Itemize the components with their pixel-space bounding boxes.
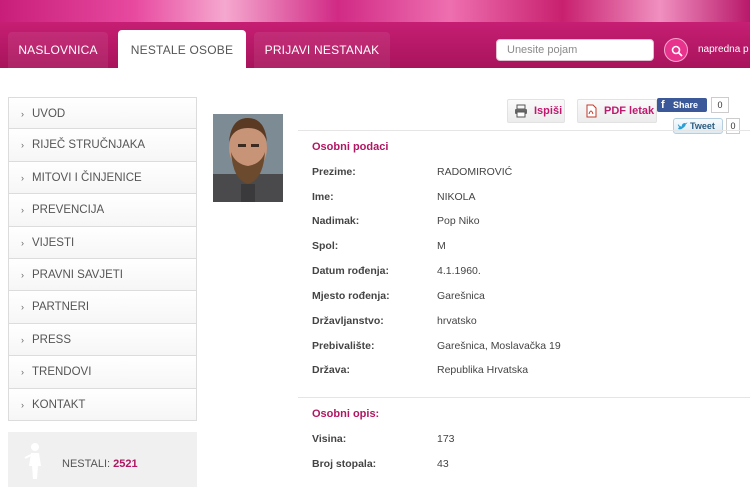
- sidebar-item-label: PRESS: [32, 333, 71, 346]
- sidebar-item-prevencija[interactable]: › PREVENCIJA: [8, 194, 197, 227]
- value-country: Republika Hrvatska: [437, 364, 529, 376]
- sidebar-item-kontakt[interactable]: › KONTAKT: [8, 388, 197, 421]
- chevron-right-icon: ›: [21, 302, 24, 313]
- value-surname: RADOMIROVIĆ: [437, 166, 513, 178]
- chevron-right-icon: ›: [21, 237, 24, 248]
- chevron-right-icon: ›: [21, 172, 24, 183]
- sidebar-item-label: PRAVNI SAVJETI: [32, 268, 123, 281]
- label-shoe-size: Broj stopala:: [312, 458, 377, 470]
- sidebar-item-label: MITOVI I ČINJENICE: [32, 171, 142, 184]
- tab-naslovnica[interactable]: NASLOVNICA: [8, 32, 108, 68]
- value-first-name: NIKOLA: [437, 191, 476, 203]
- tab-nestale-osobe[interactable]: NESTALE OSOBE: [118, 30, 246, 68]
- label-sex: Spol:: [312, 240, 339, 252]
- sidebar-item-pravni-savjeti[interactable]: › PRAVNI SAVJETI: [8, 258, 197, 292]
- sidebar-item-label: PARTNERI: [32, 301, 90, 314]
- label-height: Visina:: [312, 433, 347, 445]
- label-birth-date: Datum rođenja:: [312, 265, 390, 277]
- print-button[interactable]: Ispiši: [507, 99, 565, 123]
- sidebar-item-label: VIJESTI: [32, 236, 75, 249]
- missing-count: 2521: [113, 458, 138, 470]
- sidebar-item-label: PREVENCIJA: [32, 204, 105, 217]
- pdf-leaflet-button[interactable]: PDF letak: [577, 99, 657, 123]
- chevron-right-icon: ›: [21, 109, 24, 119]
- sidebar-item-mitovi[interactable]: › MITOVI I ČINJENICE: [8, 161, 197, 195]
- sidebar-item-label: TRENDOVI: [32, 366, 92, 379]
- section-divider: [298, 397, 750, 398]
- sidebar-item-trendovi[interactable]: › TRENDOVI: [8, 356, 197, 389]
- advanced-search-link[interactable]: napredna p: [698, 44, 749, 55]
- chevron-right-icon: ›: [21, 334, 24, 345]
- sidebar-item-uvod[interactable]: › UVOD: [8, 97, 197, 130]
- value-citizenship: hrvatsko: [437, 315, 477, 327]
- top-banner: [0, 0, 750, 22]
- sidebar-item-partneri[interactable]: › PARTNERI: [8, 291, 197, 324]
- chevron-right-icon: ›: [21, 140, 24, 151]
- section-divider: [298, 130, 750, 131]
- pdf-icon: [586, 104, 597, 118]
- chevron-right-icon: ›: [21, 205, 24, 216]
- label-citizenship: Državljanstvo:: [312, 315, 384, 327]
- chevron-right-icon: ›: [21, 269, 24, 280]
- sidebar-item-press[interactable]: › PRESS: [8, 323, 197, 357]
- person-photo: [213, 114, 283, 202]
- value-residence: Garešnica, Moslavačka 19: [437, 340, 561, 352]
- print-label: Ispiši: [534, 105, 563, 117]
- label-first-name: Ime:: [312, 191, 334, 203]
- physical-description-title: Osobni opis:: [312, 408, 380, 420]
- walking-person-icon: [24, 443, 41, 479]
- personal-data-title: Osobni podaci: [312, 141, 389, 153]
- tab-prijavi-nestanak[interactable]: PRIJAVI NESTANAK: [254, 32, 390, 68]
- value-shoe-size: 43: [437, 458, 449, 470]
- missing-count-box: NESTALI: 2521: [8, 432, 197, 487]
- pdf-label: PDF letak: [604, 105, 655, 117]
- label-birth-place: Mjesto rođenja:: [312, 290, 390, 302]
- main-nav: NASLOVNICA NESTALE OSOBE PRIJAVI NESTANA…: [0, 22, 750, 68]
- value-sex: M: [437, 240, 446, 252]
- missing-label: NESTALI:: [62, 458, 111, 470]
- printer-icon: [515, 104, 527, 118]
- value-birth-place: Garešnica: [437, 290, 485, 302]
- chevron-right-icon: ›: [21, 367, 24, 378]
- missing-total: NESTALI: 2521: [62, 458, 138, 470]
- sidebar-item-label: UVOD: [32, 108, 66, 120]
- sidebar-menu: › UVOD › RIJEČ STRUČNJAKA › MITOVI I ČINJEN…: [8, 97, 197, 421]
- label-country: Država:: [312, 364, 350, 376]
- value-height: 173: [437, 433, 455, 445]
- label-surname: Prezime:: [312, 166, 356, 178]
- sidebar-item-vijesti[interactable]: › VIJESTI: [8, 226, 197, 259]
- value-nickname: Pop Niko: [437, 215, 480, 227]
- sidebar-item-label: KONTAKT: [32, 398, 86, 411]
- tweet-count: 0: [726, 118, 740, 134]
- sidebar-item-rijec-strucnjaka[interactable]: › RIJEČ STRUČNJAKA: [8, 129, 197, 162]
- value-birth-date: 4.1.1960.: [437, 265, 481, 277]
- share-label: Share: [673, 100, 699, 110]
- facebook-icon: f: [661, 99, 665, 111]
- search-icon: [671, 45, 683, 57]
- search-button[interactable]: [664, 38, 688, 62]
- share-count: 0: [711, 97, 729, 113]
- search-input[interactable]: Unesite pojam: [496, 39, 654, 61]
- facebook-share-button[interactable]: f Share: [657, 98, 707, 112]
- label-residence: Prebivalište:: [312, 340, 375, 352]
- tweet-button[interactable]: Tweet: [673, 118, 723, 134]
- chevron-right-icon: ›: [21, 399, 24, 410]
- sidebar-item-label: RIJEČ STRUČNJAKA: [32, 139, 146, 152]
- label-nickname: Nadimak:: [312, 215, 360, 227]
